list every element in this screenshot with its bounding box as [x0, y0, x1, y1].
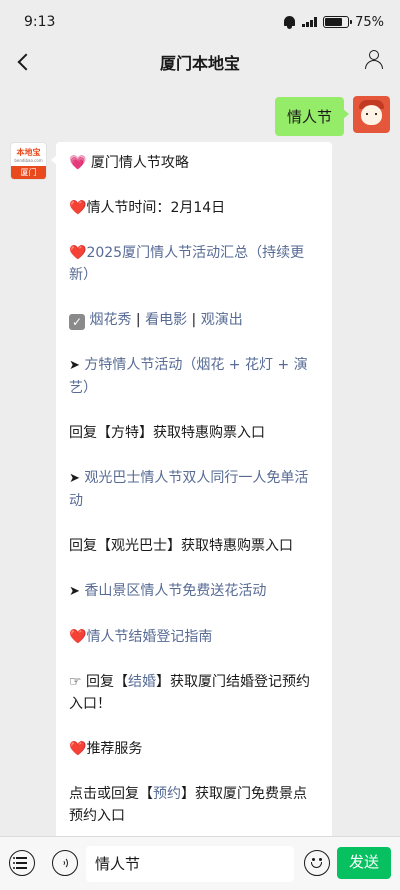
nav-bar: 厦门本地宝: [0, 44, 400, 80]
shows-link[interactable]: 观演出: [201, 312, 243, 328]
xiangshan-link[interactable]: 香山景区情人节免费送花活动: [84, 583, 266, 599]
arrow-right-icon: ➤: [69, 471, 80, 486]
marriage-item: ❤️情人节结婚登记指南: [69, 626, 319, 648]
bot-domain-text: bendibao.com: [14, 158, 43, 163]
signal-strength-icon: [302, 17, 318, 27]
marriage-guide-link[interactable]: 情人节结婚登记指南: [86, 629, 212, 645]
guide-heading: 💗 厦门情人节攻略: [69, 155, 189, 171]
fireworks-link[interactable]: 烟花秀: [89, 312, 131, 328]
bus-reply-hint: 回复【观光巴士】获取特惠购票入口: [69, 538, 293, 554]
separator: |: [131, 312, 146, 328]
arrow-right-icon: ➤: [69, 358, 80, 373]
do-not-disturb-bell-icon: [283, 15, 296, 29]
arrow-right-icon: ➤: [69, 584, 80, 599]
battery-percent: 75%: [355, 14, 384, 30]
fangte-item: ➤ 方特情人节活动（烟花 + 花灯 + 演艺）: [69, 354, 319, 399]
user-avatar[interactable]: [353, 96, 390, 133]
red-heart-icon: ❤️: [69, 629, 87, 645]
valentine-date: ❤️情人节时间：2月14日: [69, 200, 226, 216]
red-heart-icon: ❤️: [69, 741, 87, 757]
bus-link[interactable]: 观光巴士情人节双人同行一人免单活动: [69, 470, 308, 509]
red-heart-icon: ❤️: [69, 245, 87, 261]
red-heart-icon: ❤️: [69, 200, 87, 216]
page-title: 厦门本地宝: [159, 54, 240, 73]
separator: |: [187, 312, 201, 328]
incoming-bubble: 💗 厦门情人节攻略 ❤️情人节时间：2月14日 ❤️2025厦门情人节活动汇总（…: [51, 142, 332, 838]
send-button[interactable]: 发送: [337, 847, 391, 879]
fangte-reply-hint: 回复【方特】获取特惠购票入口: [69, 425, 265, 441]
fangte-link[interactable]: 方特情人节活动（烟花 + 花灯 + 演艺）: [69, 357, 308, 396]
battery-icon: [323, 16, 353, 28]
bot-city-text: 厦门: [11, 166, 46, 179]
bot-logo-text: 本地宝: [16, 148, 41, 157]
status-time: 9:13: [24, 14, 56, 30]
check-box-icon: ✓: [69, 314, 85, 330]
back-arrow-icon[interactable]: [10, 48, 38, 76]
input-bar: 情人节 发送: [0, 836, 400, 890]
bus-item: ➤ 观光巴士情人节双人同行一人免单活动: [69, 467, 319, 512]
outgoing-message: 情人节: [274, 96, 390, 136]
menu-list-icon[interactable]: [9, 850, 35, 876]
outgoing-bubble[interactable]: 情人节: [274, 97, 350, 136]
bot-avatar[interactable]: 本地宝 bendibao.com 厦门: [10, 142, 47, 180]
status-indicators: 75%: [283, 15, 384, 30]
movies-link[interactable]: 看电影: [145, 312, 187, 328]
status-bar: 9:13 75%: [0, 0, 400, 44]
message-input[interactable]: 情人节: [86, 846, 294, 882]
marriage-keyword-link[interactable]: 结婚: [128, 674, 156, 690]
official-account-profile-icon[interactable]: [362, 48, 386, 72]
services-heading: ❤️推荐服务: [69, 741, 143, 757]
summary-link[interactable]: 2025厦门情人节活动汇总（持续更新）: [69, 245, 304, 283]
pink-heart-icon: 💗: [69, 155, 87, 171]
marriage-reply-hint: ☞ 回复【结婚】获取厦门结婚登记预约入口！: [69, 674, 311, 712]
pointing-hand-icon: ☞: [69, 674, 82, 690]
voice-input-icon[interactable]: [52, 850, 78, 876]
summary-item: ❤️2025厦门情人节活动汇总（持续更新）: [69, 242, 319, 286]
emoji-icon[interactable]: [304, 850, 330, 876]
booking-hint: 点击或回复【预约】获取厦门免费景点预约入口: [69, 786, 307, 824]
booking-keyword-link[interactable]: 预约: [153, 786, 181, 802]
xiangshan-item: ➤ 香山景区情人节免费送花活动: [69, 580, 319, 603]
battery-fill: [325, 18, 342, 26]
quick-links-row: ✓ 烟花秀 | 看电影 | 观演出: [69, 309, 319, 331]
